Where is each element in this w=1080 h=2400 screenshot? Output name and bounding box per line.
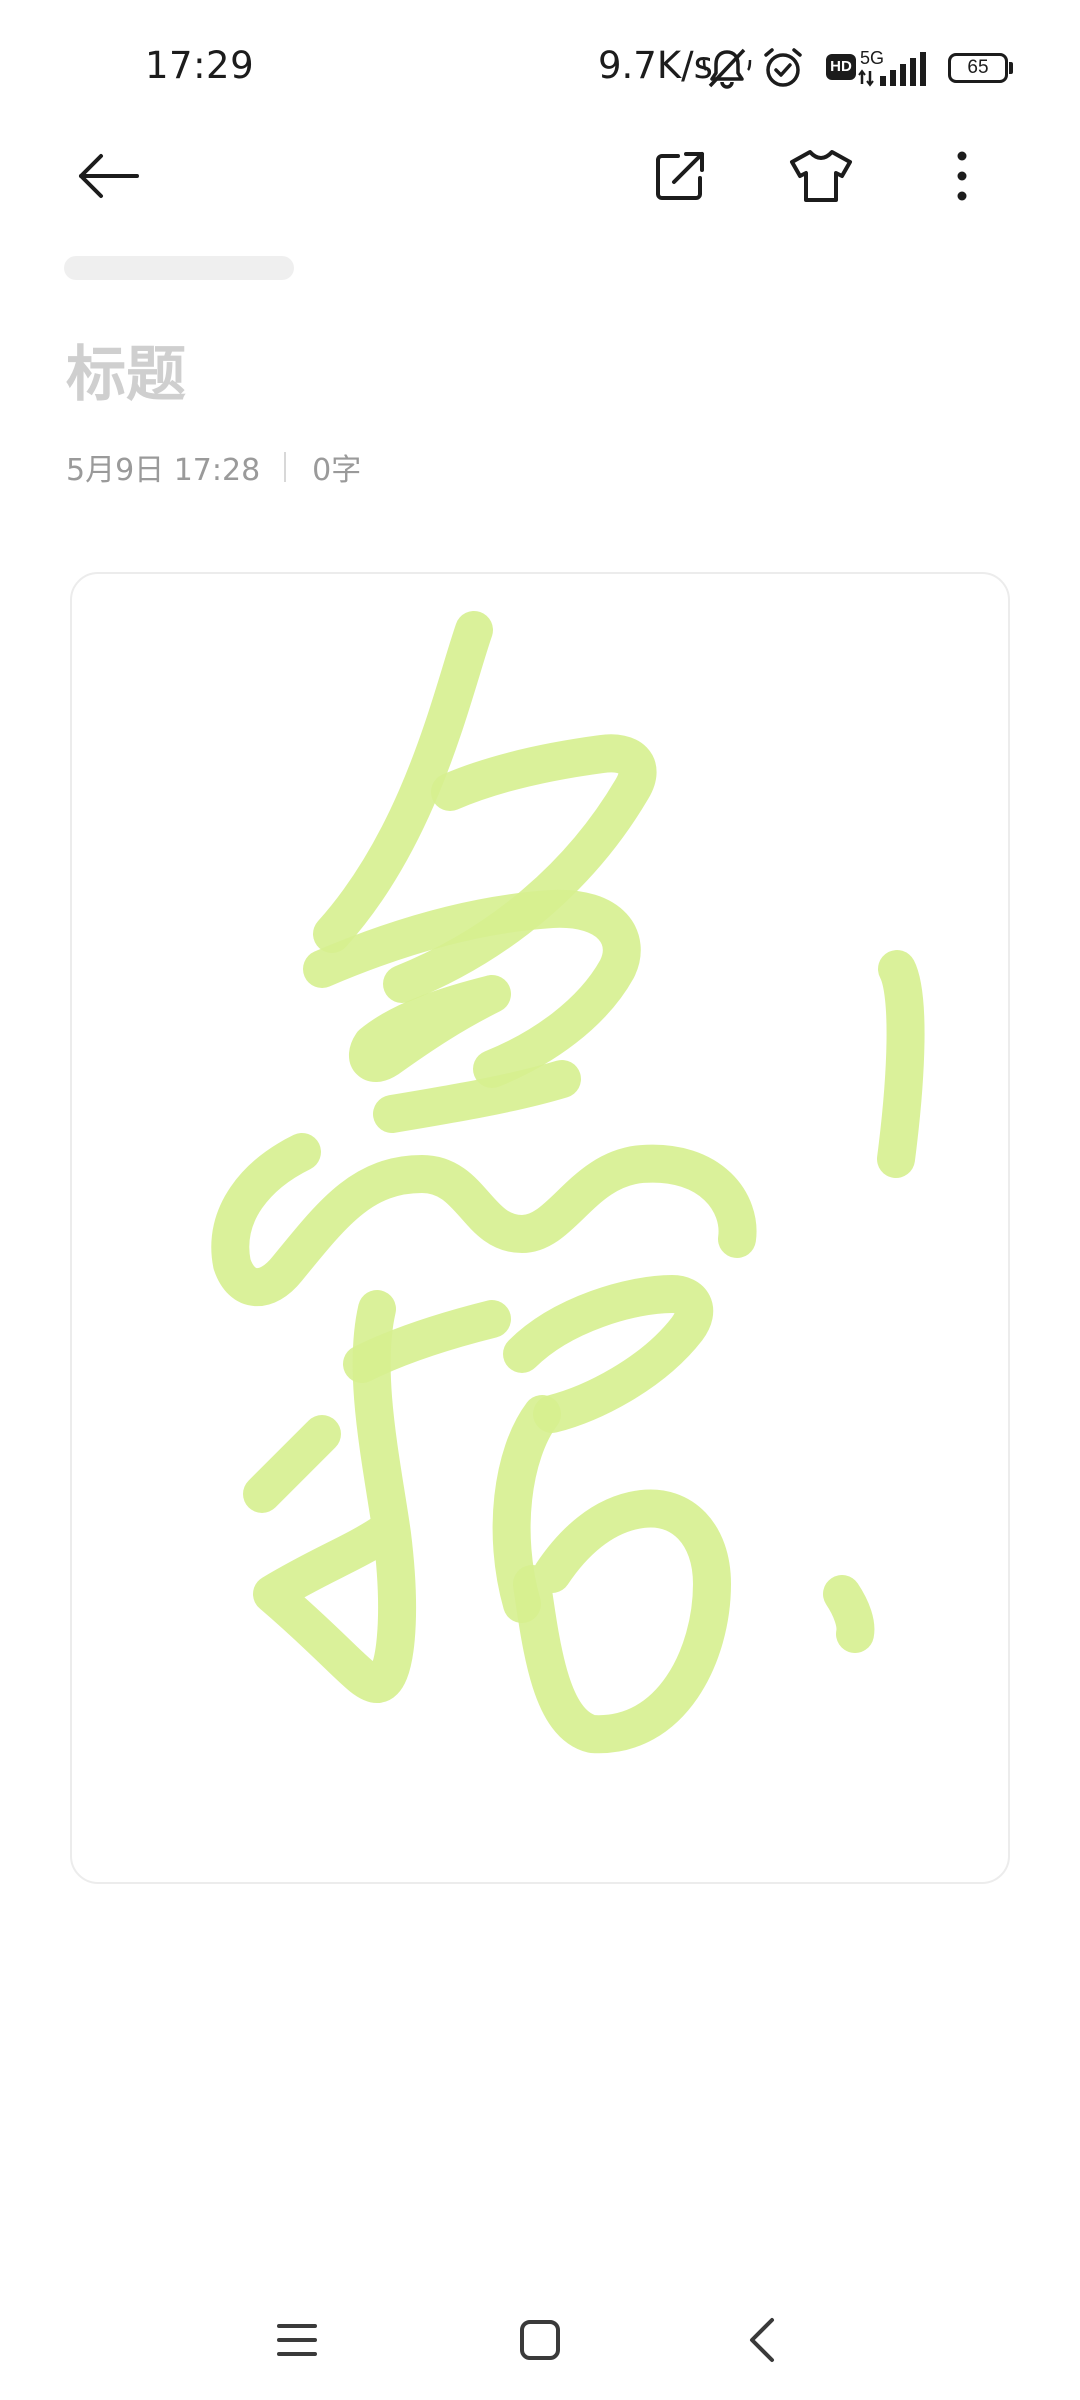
back-chevron-icon <box>750 2318 774 2362</box>
share-external-icon <box>656 152 704 200</box>
stroke <box>877 950 925 1178</box>
stroke <box>243 1415 341 1513</box>
hd-icon: HD <box>826 54 856 80</box>
title-input[interactable]: 标题 <box>66 326 186 413</box>
folder-tag-placeholder[interactable] <box>64 256 294 280</box>
handwriting-strokes <box>211 611 925 1754</box>
stroke <box>211 1133 757 1307</box>
network-type-text: 5G <box>860 48 884 68</box>
stroke <box>823 1575 875 1653</box>
nav-back-button[interactable] <box>712 2290 812 2390</box>
bell-mute-icon <box>702 48 752 89</box>
word-count: 0字 <box>312 453 362 488</box>
status-time: 17:29 <box>145 44 255 87</box>
battery-level: 65 <box>967 57 989 78</box>
status-bar: 17:29 9.7K/s HD 5G 65 <box>0 0 1080 140</box>
back-arrow-icon <box>79 154 139 198</box>
more-vertical-icon <box>957 151 967 201</box>
network-speed: 9.7K/s <box>598 44 713 87</box>
home-square-icon <box>520 2320 560 2360</box>
note-meta: 5月9日 17:28 0字 <box>66 445 361 489</box>
menu-icon <box>277 2324 317 2356</box>
theme-shirt-icon <box>790 150 852 202</box>
recent-apps-button[interactable] <box>247 2290 347 2390</box>
signal-5g-icon: 5G <box>858 48 926 87</box>
meta-divider <box>284 452 287 482</box>
share-button[interactable] <box>632 128 728 224</box>
handwriting-canvas[interactable] <box>70 572 1010 1884</box>
stroke <box>253 1290 416 1703</box>
battery-icon: 65 <box>948 53 1008 83</box>
note-date: 5月9日 17:28 <box>66 453 261 488</box>
stroke <box>383 734 657 1003</box>
back-button[interactable] <box>60 128 156 224</box>
stroke <box>349 975 511 1082</box>
stroke <box>513 1489 731 1754</box>
theme-button[interactable] <box>773 128 869 224</box>
stroke <box>373 1060 581 1133</box>
more-options-button[interactable] <box>914 128 1010 224</box>
alarm-icon <box>764 48 802 87</box>
battery-tip <box>1009 62 1013 74</box>
home-button[interactable] <box>490 2290 590 2390</box>
